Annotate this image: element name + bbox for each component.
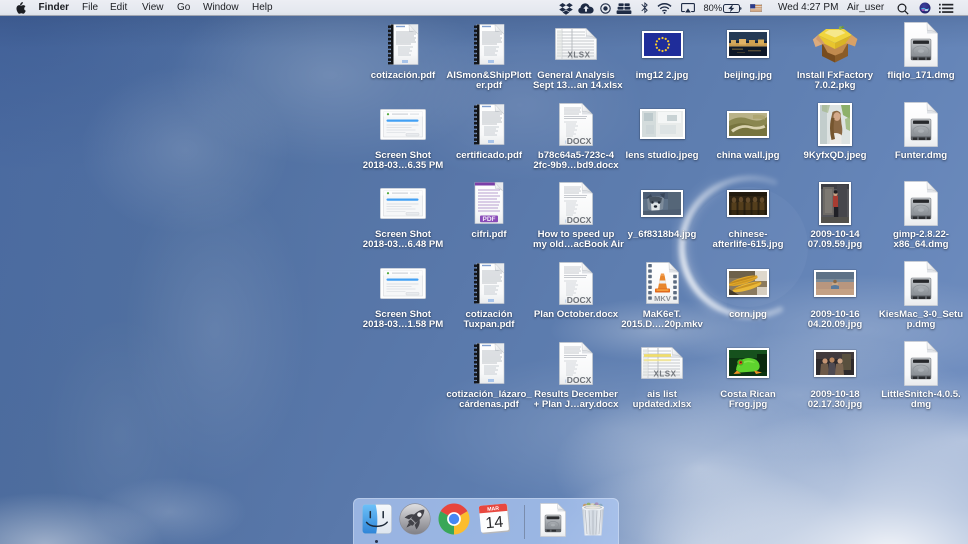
svg-text:14: 14	[485, 514, 504, 532]
svg-text:MAR: MAR	[487, 506, 500, 513]
